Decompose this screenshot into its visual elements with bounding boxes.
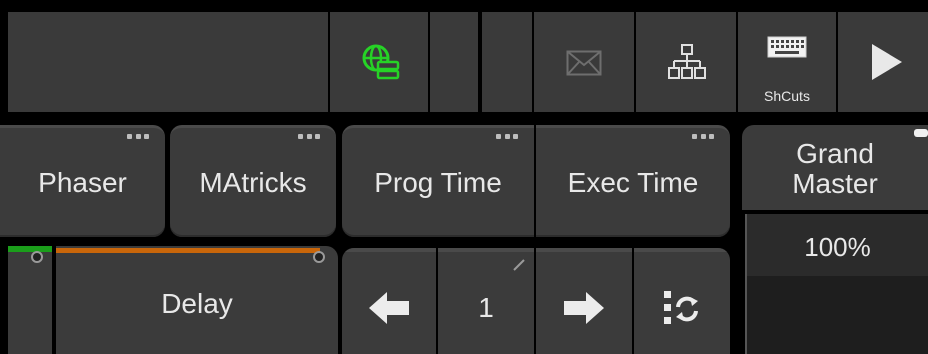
more-dots-icon (127, 134, 149, 140)
prog-time-label: Prog Time (374, 166, 502, 198)
network-status-button[interactable] (330, 12, 430, 112)
toolbar-empty-area (8, 12, 330, 112)
prog-time-button[interactable]: Prog Time (342, 125, 534, 237)
matricks-button[interactable]: MAtricks (170, 125, 336, 237)
delay-level-bar (56, 248, 320, 253)
phaser-label: Phaser (38, 166, 127, 198)
shortcuts-label: ShCuts (764, 88, 810, 104)
grand-master-value: 100% (747, 214, 928, 276)
play-button[interactable] (838, 12, 928, 112)
refresh-layout-button[interactable] (634, 248, 730, 354)
mail-button[interactable] (534, 12, 636, 112)
delay-label: Delay (161, 288, 233, 319)
grand-master-title-line2: Master (792, 168, 878, 199)
shortcuts-button[interactable]: ShCuts (738, 12, 838, 112)
delay-left-level-bar (8, 246, 52, 252)
exec-time-label: Exec Time (567, 166, 699, 198)
page-number-button[interactable]: 1 (438, 248, 534, 354)
network-tree-button[interactable] (636, 12, 738, 112)
page-number: 1 (478, 292, 494, 323)
delay-button[interactable]: Delay (56, 246, 338, 354)
matricks-label: MAtricks (199, 166, 307, 198)
navigation-group: 1 (342, 248, 730, 354)
delay-left-segment[interactable] (8, 246, 52, 354)
mail-icon (566, 50, 602, 76)
toolbar-slot-1[interactable] (430, 12, 480, 112)
network-tree-icon (668, 44, 706, 79)
more-dots-icon (496, 134, 518, 140)
more-dots-icon (692, 134, 714, 140)
delay-right-knob[interactable] (313, 251, 325, 263)
arrow-right-icon (564, 292, 604, 324)
exec-time-button[interactable]: Exec Time (536, 125, 730, 237)
grand-master-indicator (914, 129, 928, 137)
previous-button[interactable] (342, 248, 436, 354)
play-icon (872, 44, 902, 80)
next-button[interactable] (536, 248, 632, 354)
delay-left-knob[interactable] (31, 251, 43, 263)
grand-master-fader[interactable]: 100% (745, 214, 928, 354)
edit-pencil-icon (513, 259, 525, 271)
more-dots-icon (298, 134, 320, 140)
top-toolbar: ShCuts (8, 12, 928, 112)
grand-master-title-line1: Grand (796, 138, 874, 169)
grand-master-header[interactable]: Grand Master (742, 125, 928, 210)
toolbar-slot-2[interactable] (482, 12, 534, 112)
network-status-icon (362, 44, 400, 80)
phaser-button[interactable]: Phaser (0, 125, 165, 237)
keyboard-icon (767, 36, 807, 58)
arrow-left-icon (369, 292, 409, 324)
sync-list-icon (664, 291, 698, 324)
